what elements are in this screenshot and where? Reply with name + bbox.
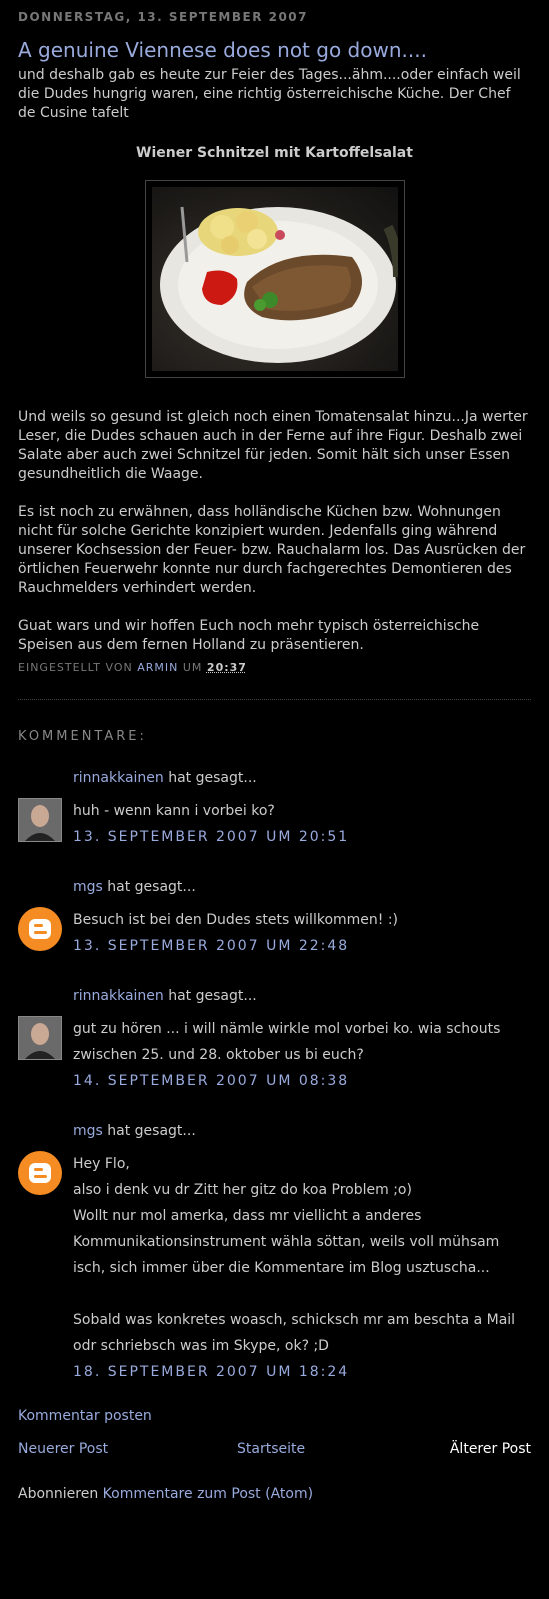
face-glyph <box>19 799 61 841</box>
comment-text-line: Hey Flo, <box>73 1156 130 1172</box>
comment-author-line: rinnakkainen hat gesagt... <box>73 768 531 788</box>
schnitzel-photo <box>151 187 398 371</box>
blogger-b-glyph <box>19 1152 61 1194</box>
comment-author-link[interactable]: mgs <box>73 1123 103 1139</box>
comment-timestamp-link[interactable]: 14. SEPTEMBER 2007 UM 08:38 <box>73 1073 349 1089</box>
blogger-logo-icon[interactable] <box>18 907 62 951</box>
comment-author-link[interactable]: mgs <box>73 879 103 895</box>
post-image[interactable] <box>144 180 405 378</box>
blogger-avatar-circle <box>18 907 62 951</box>
older-post-link[interactable]: Älterer Post <box>450 1440 531 1459</box>
blogger-logo-icon[interactable] <box>18 1151 62 1195</box>
blogger-b-glyph <box>19 908 61 950</box>
comment-body: Besuch ist bei den Dudes stets willkomme… <box>73 907 531 933</box>
blog-page: DONNERSTAG, 13. SEPTEMBER 2007 A genuine… <box>0 0 549 1504</box>
comment-body: huh - wenn kann i vorbei ko? <box>73 798 531 824</box>
subscribe-row: Abonnieren Kommentare zum Post (Atom) <box>18 1484 531 1504</box>
plate-illustration <box>159 206 398 363</box>
comment-body: gut zu hören ... i will nämle wirkle mol… <box>73 1016 531 1068</box>
comment-body: Hey Flo, also i denk vu dr Zitt her gitz … <box>73 1151 531 1359</box>
bottom-links: Kommentar posten Neuerer Post Startseite… <box>18 1406 531 1504</box>
comment-text-line: huh - wenn kann i vorbei ko? <box>73 803 275 819</box>
comment-author-link[interactable]: rinnakkainen <box>73 770 164 786</box>
posted-by-label: EINGESTELLT VON <box>18 661 133 674</box>
posted-at-label: UM <box>182 661 203 674</box>
home-link[interactable]: Startseite <box>237 1440 305 1459</box>
comments-header: KOMMENTARE: <box>18 729 147 744</box>
image-caption: Wiener Schnitzel mit Kartoffelsalat <box>136 145 413 161</box>
comment-text-line: also i denk vu dr Zitt her gitz do koa P… <box>73 1182 412 1198</box>
comment-text-line: gut zu hören ... i will nämle wirkle mol… <box>73 1021 501 1063</box>
comment-text-line: Sobald was konkretes woasch, schicksch m… <box>73 1312 516 1354</box>
post-paragraph: Es ist noch zu erwähnen, dass holländisc… <box>18 504 526 596</box>
comment: mgs hat gesagt... Hey Flo, also i denk vu … <box>18 1121 531 1381</box>
post-footer: EINGESTELLT VON ARMIN UM 20:37 <box>18 660 531 676</box>
post-separator <box>18 699 531 700</box>
comment-said-label: hat gesagt... <box>107 1123 196 1139</box>
user-avatar-photo <box>18 1016 62 1060</box>
comment-author-link[interactable]: rinnakkainen <box>73 988 164 1004</box>
post-intro: und deshalb gab es heute zur Feier des T… <box>18 67 521 121</box>
comment-said-label: hat gesagt... <box>168 988 257 1004</box>
comment-said-label: hat gesagt... <box>168 770 257 786</box>
subscribe-label: Abonnieren <box>18 1486 99 1502</box>
comment-author-line: rinnakkainen hat gesagt... <box>73 986 531 1006</box>
comment-timestamp-link[interactable]: 13. SEPTEMBER 2007 UM 22:48 <box>73 938 349 954</box>
comments-list: rinnakkainen hat gesagt... huh - wenn kan… <box>18 768 531 1381</box>
post-title-link[interactable]: A genuine Viennese does not go down.... <box>18 38 427 62</box>
comment-said-label: hat gesagt... <box>107 879 196 895</box>
comment-text-line <box>73 1281 531 1307</box>
post-comment-link[interactable]: Kommentar posten <box>18 1408 152 1424</box>
comment-author-line: mgs hat gesagt... <box>73 1121 531 1141</box>
date-header: DONNERSTAG, 13. SEPTEMBER 2007 <box>18 10 309 24</box>
atom-feed-link[interactable]: Kommentare zum Post (Atom) <box>103 1486 313 1502</box>
post-body: und deshalb gab es heute zur Feier des T… <box>18 66 531 655</box>
author-link[interactable]: ARMIN <box>137 661 178 674</box>
post-title: A genuine Viennese does not go down.... <box>18 38 531 62</box>
comment-text-line: Besuch ist bei den Dudes stets willkomme… <box>73 912 399 928</box>
user-photo-icon[interactable] <box>18 798 62 842</box>
comment-timestamp-link[interactable]: 13. SEPTEMBER 2007 UM 20:51 <box>73 829 349 845</box>
blogger-avatar-circle <box>18 1151 62 1195</box>
comment: rinnakkainen hat gesagt... gut zu hören .… <box>18 986 531 1090</box>
comment: rinnakkainen hat gesagt... huh - wenn kan… <box>18 768 531 846</box>
blog-pager: Neuerer Post Startseite Älterer Post <box>18 1440 531 1460</box>
face-glyph <box>19 1017 61 1059</box>
comment-footer: 13. SEPTEMBER 2007 UM 22:48 <box>73 937 531 955</box>
post-paragraph: Und weils so gesund ist gleich noch eine… <box>18 409 528 482</box>
newer-post-link[interactable]: Neuerer Post <box>18 1440 108 1459</box>
comment-footer: 18. SEPTEMBER 2007 UM 18:24 <box>73 1363 531 1381</box>
comment-footer: 13. SEPTEMBER 2007 UM 20:51 <box>73 828 531 846</box>
comment-text-line: Wollt nur mol amerka, dass mr viellicht … <box>73 1208 500 1276</box>
comment-author-line: mgs hat gesagt... <box>73 877 531 897</box>
post-paragraph: Guat wars und wir hoffen Euch noch mehr … <box>18 618 480 653</box>
comment-timestamp-link[interactable]: 18. SEPTEMBER 2007 UM 18:24 <box>73 1364 349 1380</box>
comment: mgs hat gesagt... Besuch ist bei den Dude… <box>18 877 531 955</box>
user-photo-icon[interactable] <box>18 1016 62 1060</box>
user-avatar-photo <box>18 798 62 842</box>
post-permalink[interactable]: 20:37 <box>207 661 247 674</box>
comment-footer: 14. SEPTEMBER 2007 UM 08:38 <box>73 1072 531 1090</box>
